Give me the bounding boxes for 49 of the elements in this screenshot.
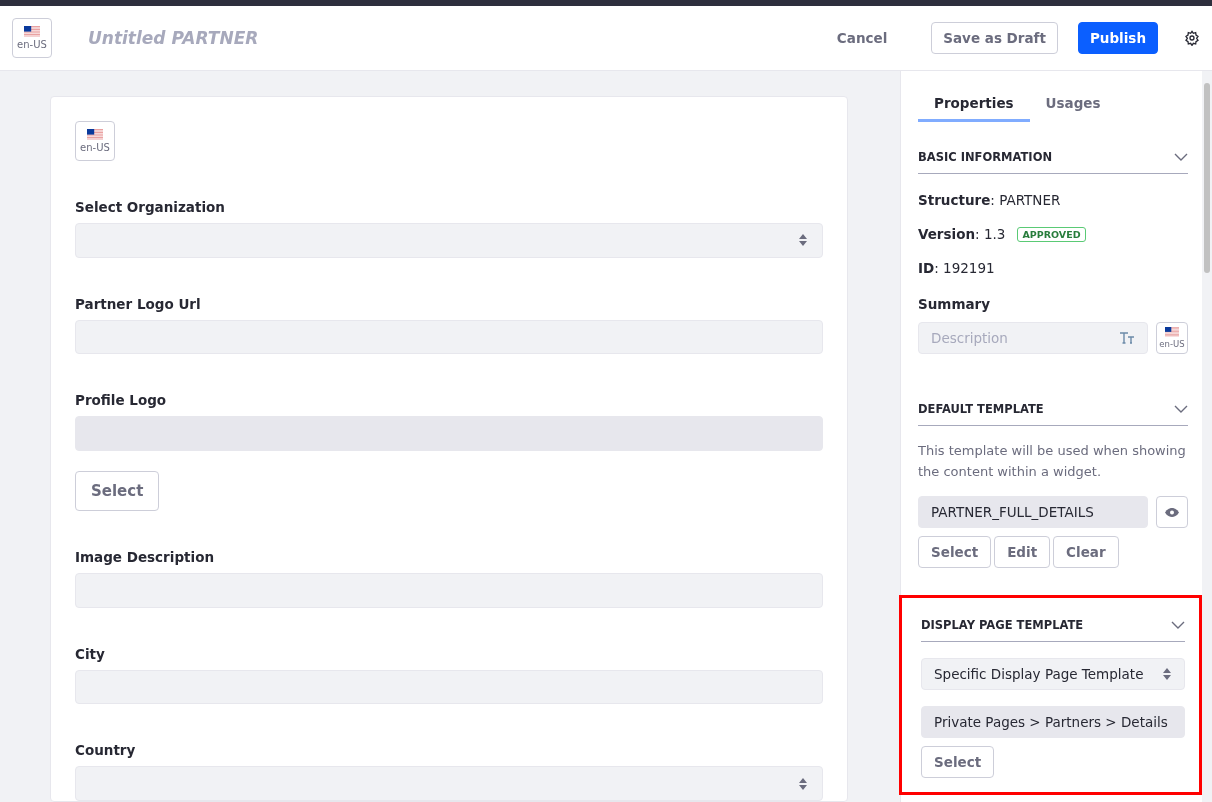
section-description: This template will be used when showing the content within a widget. bbox=[918, 442, 1187, 481]
preview-button[interactable] bbox=[1156, 496, 1188, 528]
property-text: Version: 1.3 bbox=[918, 226, 1006, 242]
field-label: Profile Logo bbox=[75, 392, 168, 409]
property-text: Structure: PARTNER bbox=[918, 192, 1061, 208]
field-label: Partner Logo Url bbox=[75, 295, 202, 312]
template-field: Private Pages > Partners > Details bbox=[921, 706, 1185, 738]
locale-button[interactable]: en-US bbox=[75, 121, 115, 161]
page-title: Untitled PARTNER bbox=[88, 28, 260, 48]
field-label: City bbox=[75, 645, 106, 662]
text-format-icon[interactable] bbox=[1119, 332, 1135, 344]
select-field[interactable] bbox=[75, 223, 823, 258]
chevron-down-icon[interactable] bbox=[1174, 405, 1188, 413]
template-action-button[interactable]: Select bbox=[918, 536, 992, 568]
select-button[interactable]: Select bbox=[75, 471, 160, 511]
field-label: Summary bbox=[918, 296, 992, 312]
input-field[interactable] bbox=[75, 669, 823, 705]
property-text: ID: 192191 bbox=[918, 260, 995, 276]
tab[interactable]: Properties bbox=[918, 89, 1030, 122]
input-field[interactable] bbox=[75, 319, 823, 355]
status-label: APPROVED bbox=[1017, 226, 1086, 242]
select-arrows-icon bbox=[1162, 667, 1172, 681]
settings-icon[interactable] bbox=[1184, 30, 1200, 46]
section-title: DEFAULT TEMPLATE bbox=[918, 402, 1044, 416]
chevron-down-icon[interactable] bbox=[1174, 153, 1188, 161]
chevron-down-icon[interactable] bbox=[1171, 621, 1185, 629]
select-arrows-icon bbox=[798, 776, 808, 791]
template-field: PARTNER_FULL_DETAILS bbox=[918, 496, 1148, 528]
select-arrows-icon bbox=[798, 233, 808, 248]
section-title: BASIC INFORMATION bbox=[918, 150, 1053, 164]
publish-button[interactable]: Publish bbox=[1077, 22, 1158, 54]
field-label: Select Organization bbox=[75, 199, 226, 215]
template-action-button[interactable]: Clear bbox=[1053, 536, 1119, 568]
locale-button[interactable]: en-US bbox=[12, 18, 52, 58]
select-button[interactable]: Select bbox=[921, 746, 995, 778]
flag-icon bbox=[24, 25, 40, 38]
eye-icon bbox=[1165, 507, 1179, 517]
tab[interactable]: Usages bbox=[1029, 89, 1117, 122]
field-label: Image Description bbox=[75, 549, 216, 565]
select-field[interactable]: Specific Display Page Template bbox=[921, 658, 1185, 690]
locale-button[interactable]: en-US bbox=[1156, 322, 1188, 354]
section-title: DISPLAY PAGE TEMPLATE bbox=[921, 618, 1084, 632]
input-field[interactable] bbox=[75, 573, 823, 608]
template-action-button[interactable]: Edit bbox=[994, 536, 1051, 568]
select-field[interactable] bbox=[75, 766, 823, 802]
flag-icon bbox=[87, 128, 103, 141]
save-draft-button[interactable]: Save as Draft bbox=[931, 22, 1058, 54]
field-label: Country bbox=[75, 742, 137, 759]
flag-icon bbox=[1165, 327, 1179, 337]
